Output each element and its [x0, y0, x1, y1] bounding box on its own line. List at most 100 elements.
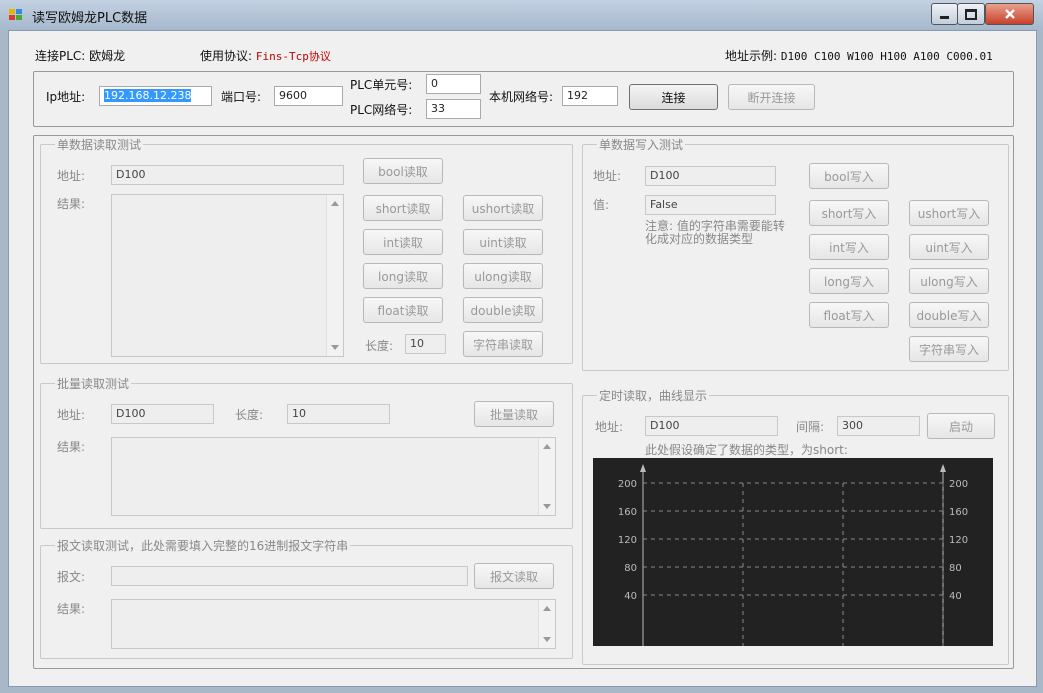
single-read-address-label: 地址:: [57, 169, 86, 183]
main-panel: 连接PLC: 欧姆龙 使用协议: Fins-Tcp协议 地址示例: D100 C…: [8, 30, 1037, 687]
scroll-down-icon: [543, 504, 551, 509]
bool-read-button[interactable]: bool读取: [363, 158, 443, 184]
plc-network-input[interactable]: 33: [426, 99, 481, 119]
y-tick-left-label-3: 80: [624, 563, 637, 574]
batch-read-button[interactable]: 批量读取: [474, 401, 554, 427]
interval-input[interactable]: 300: [837, 416, 920, 436]
batch-read-result-label: 结果:: [57, 440, 86, 454]
double-write-button[interactable]: double写入: [909, 302, 989, 328]
minimize-button[interactable]: [931, 3, 958, 25]
scroll-up-icon: [543, 444, 551, 449]
scroll-up-icon: [543, 606, 551, 611]
scroll-down-icon: [331, 345, 339, 350]
scrollbar[interactable]: [538, 600, 555, 648]
single-write-address-label: 地址:: [593, 169, 622, 183]
y-tick-right-label-2: 120: [949, 535, 968, 546]
single-write-address-input[interactable]: D100: [645, 166, 776, 186]
string-read-button[interactable]: 字符串读取: [463, 331, 543, 357]
int-write-button[interactable]: int写入: [809, 234, 889, 260]
double-read-button[interactable]: double读取: [463, 297, 543, 323]
single-read-result-label: 结果:: [57, 197, 86, 211]
scrollbar[interactable]: [326, 195, 343, 356]
ip-address-input[interactable]: 192.168.12.238: [99, 86, 212, 106]
long-write-button[interactable]: long写入: [809, 268, 889, 294]
timed-read-note: 此处假设确定了数据的类型，为short:: [645, 443, 848, 457]
single-read-group: 单数据读取测试 地址: D100 结果: bool读取 short读取 usho…: [40, 136, 573, 364]
ip-label: Ip地址:: [46, 90, 86, 104]
y-tick-right-label-1: 160: [949, 507, 968, 518]
start-button[interactable]: 启动: [927, 413, 995, 439]
title-bar: 读写欧姆龙PLC数据: [0, 0, 1043, 30]
batch-read-address-label: 地址:: [57, 408, 86, 422]
ulong-write-button[interactable]: ulong写入: [909, 268, 989, 294]
local-network-input[interactable]: 192: [562, 86, 618, 106]
app-window: 读写欧姆龙PLC数据 连接PLC: 欧姆龙 使用协议: Fins-Tcp协议 地…: [0, 0, 1043, 693]
message-read-button[interactable]: 报文读取: [474, 563, 554, 589]
string-write-button[interactable]: 字符串写入: [909, 336, 989, 362]
y-tick-right-label-0: 200: [949, 479, 968, 490]
single-write-value-label: 值:: [593, 198, 610, 212]
maximize-button[interactable]: [957, 3, 985, 25]
single-write-value-input[interactable]: False: [645, 195, 776, 215]
ushort-write-button[interactable]: ushort写入: [909, 200, 989, 226]
plc-network-label: PLC网络号:: [350, 103, 413, 117]
single-read-address-input[interactable]: D100: [111, 165, 344, 185]
single-read-title: 单数据读取测试: [55, 136, 144, 153]
single-write-note: 注意: 值的字符串需要能转化成对应的数据类型: [645, 219, 785, 246]
single-read-length-input[interactable]: 10: [405, 334, 446, 354]
plc-unit-input[interactable]: 0: [426, 74, 481, 94]
timed-read-title: 定时读取，曲线显示: [597, 387, 710, 404]
long-read-button[interactable]: long读取: [363, 263, 443, 289]
y-tick-left-label-2: 120: [618, 535, 637, 546]
batch-read-result-box[interactable]: [111, 437, 556, 516]
protocol-label: 使用协议: Fins-Tcp协议: [200, 49, 331, 63]
timed-read-address-input[interactable]: D100: [645, 416, 778, 436]
message-read-title: 报文读取测试，此处需要填入完整的16进制报文字符串: [55, 537, 351, 554]
uint-read-button[interactable]: uint读取: [463, 229, 543, 255]
y-tick-left-label-4: 40: [624, 591, 637, 602]
plc-unit-label: PLC单元号:: [350, 78, 413, 92]
short-write-button[interactable]: short写入: [809, 200, 889, 226]
window-title: 读写欧姆龙PLC数据: [32, 11, 148, 26]
y-axis-right-arrow-icon: [940, 464, 946, 472]
y-tick-left-label-1: 160: [618, 507, 637, 518]
batch-read-title: 批量读取测试: [55, 375, 132, 392]
float-write-button[interactable]: float写入: [809, 302, 889, 328]
message-input[interactable]: [111, 566, 468, 586]
uint-write-button[interactable]: uint写入: [909, 234, 989, 260]
interval-label: 间隔:: [796, 420, 825, 434]
close-button[interactable]: [985, 3, 1034, 25]
scrollbar[interactable]: [538, 438, 555, 515]
short-read-button[interactable]: short读取: [363, 195, 443, 221]
connect-button[interactable]: 连接: [629, 84, 718, 110]
batch-read-length-input[interactable]: 10: [287, 404, 390, 424]
connection-panel: Ip地址: 192.168.12.238 端口号: 9600 PLC单元号: 0…: [33, 71, 1014, 127]
int-read-button[interactable]: int读取: [363, 229, 443, 255]
maximize-icon: [965, 8, 977, 20]
curve-chart-svg: 200 200 160 160 120 120 80 80 40 40: [618, 464, 968, 646]
port-input[interactable]: 9600: [274, 86, 343, 106]
scroll-down-icon: [543, 637, 551, 642]
port-label: 端口号:: [221, 90, 262, 104]
y-tick-left-label-0: 200: [618, 479, 637, 490]
plc-label: 连接PLC: 欧姆龙: [35, 49, 126, 63]
app-icon: [9, 9, 22, 20]
float-read-button[interactable]: float读取: [363, 297, 443, 323]
message-read-group: 报文读取测试，此处需要填入完整的16进制报文字符串 报文: 报文读取 结果:: [40, 537, 573, 659]
minimize-icon: [940, 15, 949, 19]
batch-read-length-label: 长度:: [235, 408, 264, 422]
bool-write-button[interactable]: bool写入: [809, 163, 889, 189]
message-result-box[interactable]: [111, 599, 556, 649]
batch-read-group: 批量读取测试 地址: D100 长度: 10 批量读取 结果:: [40, 375, 573, 529]
timed-read-address-label: 地址:: [595, 420, 624, 434]
batch-read-address-input[interactable]: D100: [111, 404, 214, 424]
ulong-read-button[interactable]: ulong读取: [463, 263, 543, 289]
single-read-length-label: 长度:: [365, 339, 394, 353]
message-label: 报文:: [57, 570, 86, 584]
disconnect-button[interactable]: 断开连接: [728, 84, 815, 110]
single-read-result-box[interactable]: [111, 194, 344, 357]
ushort-read-button[interactable]: ushort读取: [463, 195, 543, 221]
address-example-value: D100 C100 W100 H100 A100 C000.01: [780, 50, 993, 63]
close-icon: [1004, 9, 1015, 19]
message-result-label: 结果:: [57, 602, 86, 616]
